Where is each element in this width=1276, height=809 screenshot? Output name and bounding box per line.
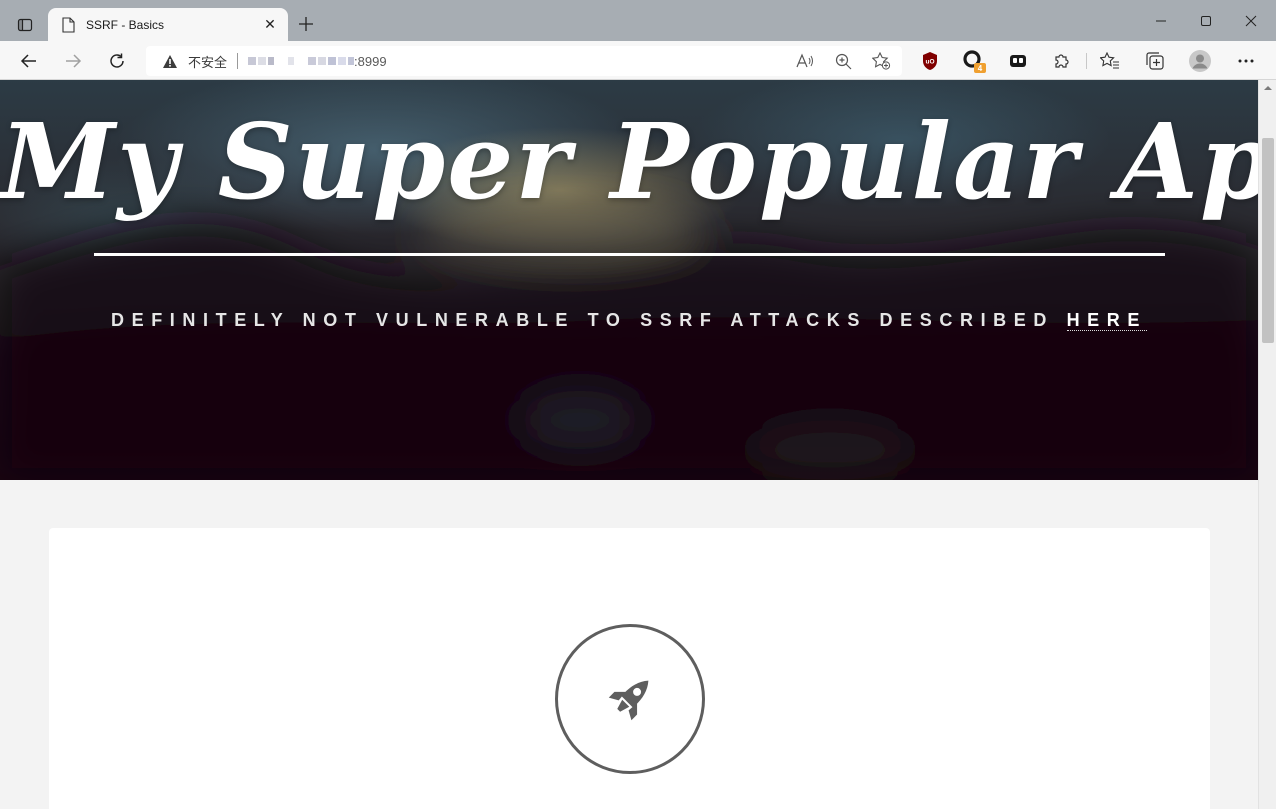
hero-divider — [94, 253, 1165, 256]
minimize-icon — [1156, 20, 1166, 22]
rocket-icon — [608, 680, 649, 721]
url-port: :8999 — [354, 53, 387, 69]
ublock-icon[interactable]: uO — [917, 48, 943, 74]
title-bar: SSRF - Basics ✕ — [0, 0, 1276, 41]
new-tab-button[interactable] — [294, 12, 318, 36]
close-window-button[interactable] — [1228, 6, 1274, 36]
tab-title: SSRF - Basics — [86, 17, 165, 32]
refresh-button[interactable] — [102, 46, 132, 76]
omnibox-icons — [794, 50, 892, 72]
maximize-button[interactable] — [1183, 6, 1229, 36]
extension-badge-icon[interactable]: 4 — [961, 48, 987, 74]
extension-badge-count: 4 — [978, 64, 983, 73]
read-aloud-icon[interactable] — [794, 50, 816, 72]
extensions-puzzle-icon[interactable] — [1049, 48, 1075, 74]
hero-subtitle-text: DEFINITELY NOT VULNERABLE TO SSRF ATTACK… — [111, 310, 1067, 330]
close-icon — [1245, 15, 1257, 27]
refresh-icon — [110, 53, 124, 68]
page-icon — [60, 16, 76, 33]
collections-icon[interactable] — [1142, 48, 1168, 74]
back-button[interactable] — [14, 46, 44, 76]
forward-button[interactable] — [58, 46, 88, 76]
close-icon: ✕ — [264, 16, 276, 32]
warning-icon[interactable] — [162, 52, 180, 70]
content-card — [49, 528, 1210, 809]
extension-icon[interactable] — [1005, 48, 1031, 74]
profile-avatar-icon[interactable] — [1187, 48, 1213, 74]
back-arrow-icon — [20, 54, 36, 68]
rocket-badge — [555, 624, 705, 774]
hero-banner: My Super Popular App DEFINITELY NOT VULN… — [0, 80, 1258, 480]
hero-title: My Super Popular App — [0, 100, 1258, 223]
security-label[interactable]: 不安全 — [188, 52, 227, 71]
zoom-icon[interactable] — [832, 50, 854, 72]
tab-close-button[interactable]: ✕ — [256, 11, 284, 39]
maximize-icon — [1201, 16, 1211, 26]
plus-icon — [299, 17, 313, 31]
here-link[interactable]: HERE — [1066, 310, 1147, 331]
address-separator — [237, 53, 239, 69]
toolbar-separator — [1086, 53, 1087, 69]
forward-arrow-icon — [66, 54, 82, 68]
blurred-host — [248, 57, 355, 65]
browser-tab[interactable]: SSRF - Basics ✕ — [48, 8, 288, 41]
scroll-up-icon[interactable] — [1263, 84, 1273, 92]
browser-toolbar: 不安全 :8999 uO 4 — [0, 41, 1276, 80]
hero-subtitle: DEFINITELY NOT VULNERABLE TO SSRF ATTACK… — [0, 310, 1258, 331]
more-menu-icon[interactable] — [1233, 48, 1259, 74]
add-favorite-icon[interactable] — [870, 50, 892, 72]
minimize-button[interactable] — [1138, 6, 1184, 36]
svg-text:uO: uO — [925, 59, 934, 66]
scroll-thumb[interactable] — [1262, 138, 1274, 343]
address-bar[interactable]: 不安全 :8999 — [146, 46, 902, 76]
page-viewport: My Super Popular App DEFINITELY NOT VULN… — [0, 80, 1258, 809]
favorites-icon[interactable] — [1097, 48, 1123, 74]
tab-actions-icon[interactable] — [12, 12, 38, 38]
page-scrollbar[interactable] — [1258, 80, 1276, 809]
